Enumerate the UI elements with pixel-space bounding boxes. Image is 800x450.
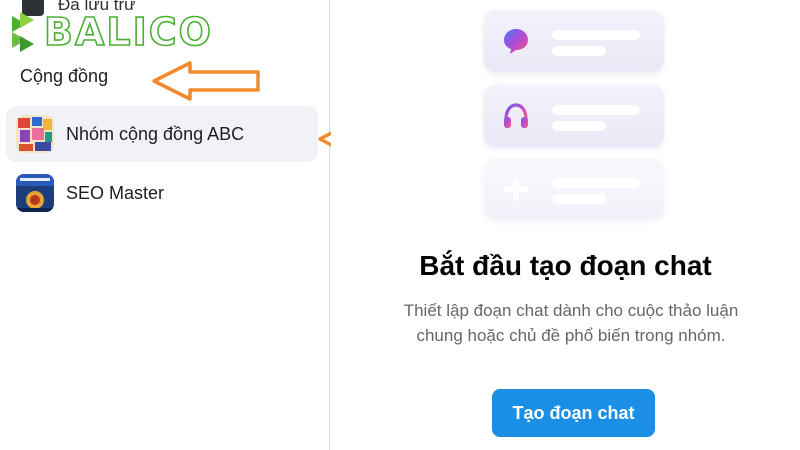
placeholder-line: [552, 194, 606, 204]
chat-bubble-icon: [504, 29, 528, 54]
illustration-card-chat: [484, 10, 664, 72]
placeholder-line: [552, 30, 640, 40]
annotation-arrow-left-icon: [152, 61, 260, 101]
empty-state-description: Thiết lập đoạn chat dành cho cuộc thảo l…: [403, 301, 739, 345]
group-avatar: [16, 115, 54, 153]
placeholder-line: [552, 121, 606, 131]
empty-state-title: Bắt đầu tạo đoạn chat: [419, 250, 712, 281]
balico-leaf-icon: [12, 12, 34, 52]
plus-icon: [504, 177, 528, 201]
section-title-community: Cộng đồng: [20, 66, 109, 86]
sidebar-item-nhom-cong-dong-abc[interactable]: Nhóm cộng đồng ABC: [6, 106, 318, 162]
logo-text: BALICO: [43, 10, 213, 54]
page: Đã lưu trữ BALICO Cộng đồng Nhóm cộng đồ…: [0, 0, 800, 450]
headphones-icon: [504, 103, 528, 128]
group-name: Nhóm cộng đồng ABC: [66, 123, 245, 144]
sidebar-item-seo-master[interactable]: SEO Master: [6, 165, 318, 221]
group-avatar: [16, 174, 54, 212]
illustration-card-audio: [484, 85, 664, 147]
balico-logo: BALICO: [8, 10, 213, 54]
placeholder-line: [552, 178, 640, 188]
create-chat-button[interactable]: Tạo đoạn chat: [492, 389, 655, 437]
main-panel: Bắt đầu tạo đoạn chat Thiết lập đoạn cha…: [331, 0, 800, 450]
group-name: SEO Master: [66, 182, 165, 203]
placeholder-line: [552, 46, 606, 56]
placeholder-line: [552, 105, 640, 115]
illustration-card-add: [484, 158, 664, 220]
